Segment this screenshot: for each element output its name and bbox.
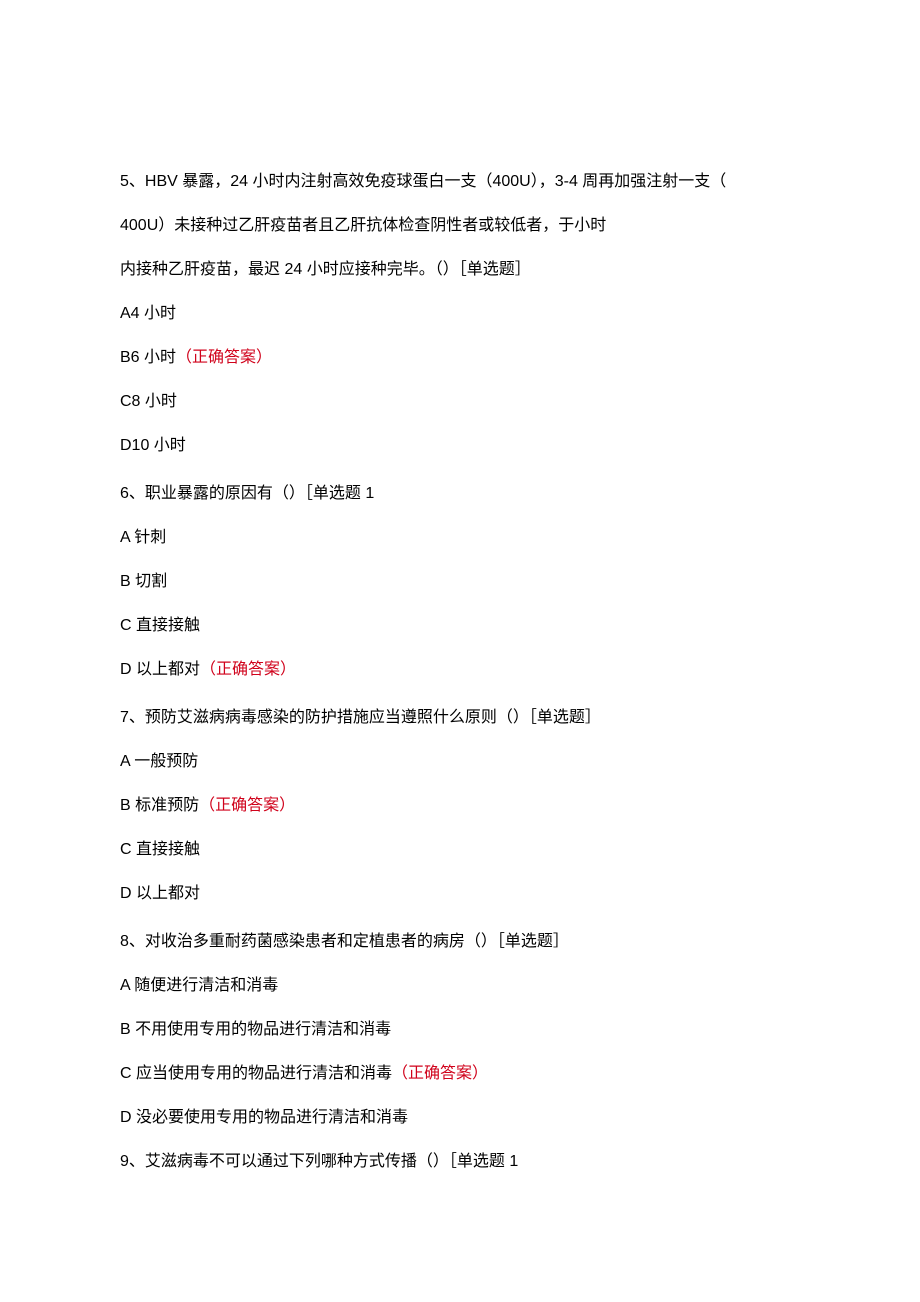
question-5: 5、HBV 暴露，24 小时内注射高效免疫球蛋白一支（400U），3-4 周再加… (120, 170, 800, 458)
correct-answer-marker: （正确答案） (199, 797, 295, 814)
q5-option-a: A4 小时 (120, 302, 800, 326)
question-6: 6、职业暴露的原因有（）［单选题 1 A 针刺 B 切割 C 直接接触 D 以上… (120, 482, 800, 682)
q5-option-c: C8 小时 (120, 390, 800, 414)
q6-stem: 6、职业暴露的原因有（）［单选题 1 (120, 482, 800, 506)
q8-stem: 8、对收治多重耐药菌感染患者和定植患者的病房（）［单选题］ (120, 930, 800, 954)
correct-answer-marker: （正确答案） (200, 661, 296, 678)
correct-answer-marker: （正确答案） (392, 1065, 488, 1082)
q5-stem-line3: 内接种乙肝疫苗，最迟 24 小时应接种完毕。（）［单选题］ (120, 258, 800, 282)
q9-stem: 9、艾滋病毒不可以通过下列哪种方式传播（）［单选题 1 (120, 1150, 800, 1174)
q6-option-b: B 切割 (120, 570, 800, 594)
q6-option-d-text: D 以上都对 (120, 661, 200, 678)
q5-stem-line1: 5、HBV 暴露，24 小时内注射高效免疫球蛋白一支（400U），3-4 周再加… (120, 170, 800, 194)
q7-option-a: A 一般预防 (120, 750, 800, 774)
q6-option-c: C 直接接触 (120, 614, 800, 638)
document-page: 5、HBV 暴露，24 小时内注射高效免疫球蛋白一支（400U），3-4 周再加… (0, 0, 920, 1302)
q5-option-b: B6 小时（正确答案） (120, 346, 800, 370)
q8-option-d: D 没必要使用专用的物品进行清洁和消毒 (120, 1106, 800, 1130)
q8-option-c-text: C 应当使用专用的物品进行清洁和消毒 (120, 1065, 392, 1082)
q7-stem: 7、预防艾滋病病毒感染的防护措施应当遵照什么原则（）［单选题］ (120, 706, 800, 730)
q7-option-b-text: B 标准预防 (120, 797, 199, 814)
question-7: 7、预防艾滋病病毒感染的防护措施应当遵照什么原则（）［单选题］ A 一般预防 B… (120, 706, 800, 906)
q6-option-d: D 以上都对（正确答案） (120, 658, 800, 682)
correct-answer-marker: （正确答案） (176, 349, 272, 366)
question-8: 8、对收治多重耐药菌感染患者和定植患者的病房（）［单选题］ A 随便进行清洁和消… (120, 930, 800, 1174)
q7-option-c: C 直接接触 (120, 838, 800, 862)
q5-option-b-text: B6 小时 (120, 349, 176, 366)
q8-option-c: C 应当使用专用的物品进行清洁和消毒（正确答案） (120, 1062, 800, 1086)
q7-option-b: B 标准预防（正确答案） (120, 794, 800, 818)
q5-option-d: D10 小时 (120, 434, 800, 458)
q5-stem-line2: 400U）未接种过乙肝疫苗者且乙肝抗体检查阴性者或较低者，于小时 (120, 214, 800, 238)
q8-option-a: A 随便进行清洁和消毒 (120, 974, 800, 998)
q6-option-a: A 针刺 (120, 526, 800, 550)
q7-option-d: D 以上都对 (120, 882, 800, 906)
q8-option-b: B 不用使用专用的物品进行清洁和消毒 (120, 1018, 800, 1042)
